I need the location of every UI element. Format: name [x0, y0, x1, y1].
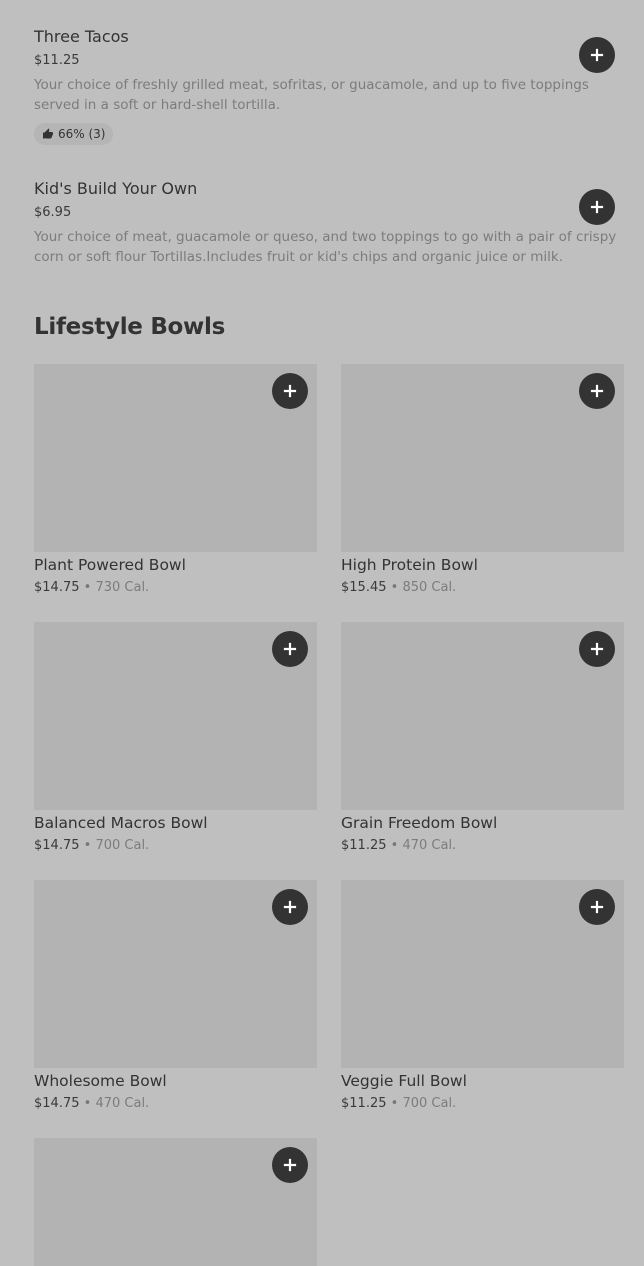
bowl-card-high-protein[interactable]: High Protein Bowl $15.45 • 850 Cal. — [341, 364, 624, 597]
bowl-meta: $11.25 • 470 Cal. — [341, 837, 624, 855]
bowl-title: Veggie Full Bowl — [341, 1072, 467, 1090]
bowl-card-veggie-full[interactable]: Veggie Full Bowl $11.25 • 700 Cal. — [341, 880, 624, 1113]
bowl-title: Wholesome Bowl — [34, 1072, 167, 1090]
bowl-calories: 700 Cal. — [95, 838, 150, 853]
bowl-price: $15.45 — [341, 580, 387, 595]
bowl-meta: $14.75 • 730 Cal. — [34, 579, 317, 597]
item-description: Your choice of meat, guacamole or queso,… — [34, 229, 617, 265]
add-bowl-button[interactable] — [272, 373, 308, 409]
bowl-calories: 700 Cal. — [402, 1096, 457, 1111]
meta-separator: • — [390, 580, 399, 595]
bowl-image — [34, 880, 317, 1068]
plus-icon — [283, 642, 297, 656]
bowl-price: $14.75 — [34, 1096, 80, 1111]
bowl-price: $14.75 — [34, 838, 80, 853]
bowl-title: High Protein Bowl — [341, 556, 478, 574]
bowl-image — [341, 364, 624, 552]
bowl-card-plant-powered[interactable]: Plant Powered Bowl $14.75 • 730 Cal. — [34, 364, 317, 597]
plus-icon — [283, 1158, 297, 1172]
bowl-title: Plant Powered Bowl — [34, 556, 186, 574]
add-three-tacos-button[interactable] — [579, 37, 615, 73]
bowl-image — [34, 622, 317, 810]
bowl-calories: 470 Cal. — [95, 1096, 150, 1111]
add-bowl-button[interactable] — [272, 889, 308, 925]
bowl-image — [34, 364, 317, 552]
plus-icon — [590, 642, 604, 656]
item-title: Kid's Build Your Own — [34, 179, 198, 198]
add-kids-build-your-own-button[interactable] — [579, 189, 615, 225]
plus-icon — [283, 900, 297, 914]
bowl-title: Grain Freedom Bowl — [341, 814, 498, 832]
bowl-calories: 470 Cal. — [402, 838, 457, 853]
bowl-price: $11.25 — [341, 838, 387, 853]
plus-icon — [590, 384, 604, 398]
add-bowl-button[interactable] — [272, 631, 308, 667]
bowl-calories: 730 Cal. — [95, 580, 150, 595]
bowl-meta: $14.75 • 470 Cal. — [34, 1095, 317, 1113]
bowl-card-balanced-macros[interactable]: Balanced Macros Bowl $14.75 • 700 Cal. — [34, 622, 317, 855]
add-bowl-button[interactable] — [579, 889, 615, 925]
thumbs-up-icon — [42, 128, 54, 140]
meta-separator: • — [83, 838, 92, 853]
item-description: Your choice of freshly grilled meat, sof… — [34, 77, 589, 113]
menu-item-three-tacos[interactable]: Three Tacos $11.25 Your choice of freshl… — [34, 27, 618, 145]
add-bowl-button[interactable] — [272, 1147, 308, 1183]
item-title: Three Tacos — [34, 27, 129, 46]
bowl-meta: $14.75 • 700 Cal. — [34, 837, 317, 855]
bowl-card-partial[interactable] — [34, 1138, 317, 1266]
plus-icon — [590, 900, 604, 914]
item-price: $6.95 — [34, 205, 72, 220]
section-title: Lifestyle Bowls — [34, 314, 225, 340]
bowl-meta: $11.25 • 700 Cal. — [341, 1095, 624, 1113]
bowl-price: $14.75 — [34, 580, 80, 595]
meta-separator: • — [390, 838, 399, 853]
plus-icon — [283, 384, 297, 398]
rating-badge: 66% (3) — [34, 123, 114, 145]
meta-separator: • — [390, 1096, 399, 1111]
bowl-image — [341, 880, 624, 1068]
bowl-meta: $15.45 • 850 Cal. — [341, 579, 624, 597]
bowl-card-wholesome[interactable]: Wholesome Bowl $14.75 • 470 Cal. — [34, 880, 317, 1113]
bowl-title: Balanced Macros Bowl — [34, 814, 208, 832]
rating-text: 66% (3) — [58, 127, 106, 141]
add-bowl-button[interactable] — [579, 631, 615, 667]
menu-item-kids-build-your-own[interactable]: Kid's Build Your Own $6.95 Your choice o… — [34, 179, 618, 267]
meta-separator: • — [83, 1096, 92, 1111]
plus-icon — [590, 200, 604, 214]
meta-separator: • — [83, 580, 92, 595]
bowl-image — [34, 1138, 317, 1266]
menu-page: Three Tacos $11.25 Your choice of freshl… — [0, 0, 644, 1266]
plus-icon — [590, 48, 604, 62]
bowl-calories: 850 Cal. — [402, 580, 457, 595]
add-bowl-button[interactable] — [579, 373, 615, 409]
bowl-price: $11.25 — [341, 1096, 387, 1111]
bowl-image — [341, 622, 624, 810]
bowl-card-grain-freedom[interactable]: Grain Freedom Bowl $11.25 • 470 Cal. — [341, 622, 624, 855]
item-price: $11.25 — [34, 53, 80, 68]
